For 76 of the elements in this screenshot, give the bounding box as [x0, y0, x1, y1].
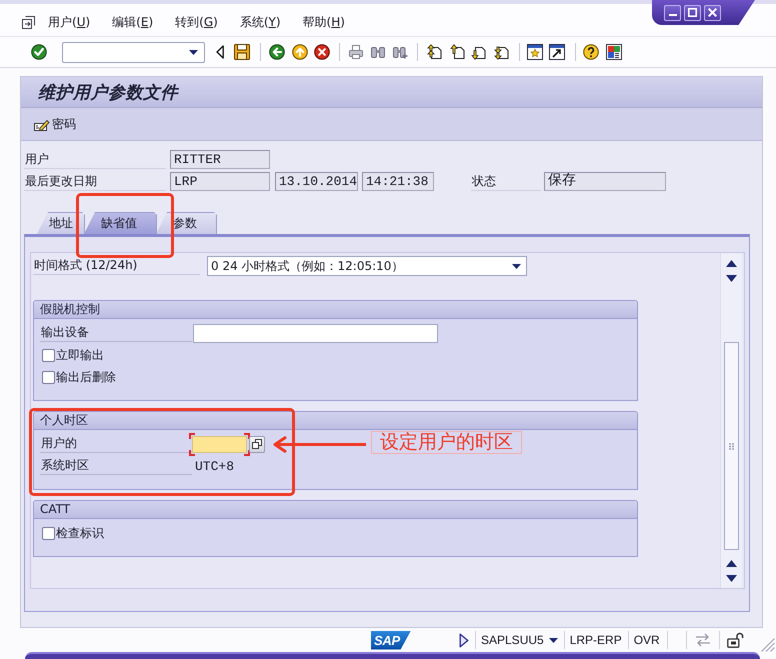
binoculars-plus-icon[interactable]: [392, 44, 408, 60]
display-field: LRP: [170, 172, 270, 191]
menu-item[interactable]: 用户(U): [48, 14, 90, 30]
display-field: 13.10.2014: [275, 172, 358, 191]
group-title: 假脱机控制: [34, 301, 637, 319]
page-up-arrows-icon[interactable]: [427, 44, 443, 60]
program-name: SAPLSUU5: [481, 633, 544, 647]
tab[interactable]: 参数: [156, 212, 217, 234]
checkbox-label: 检查标识: [56, 524, 104, 542]
menu-item[interactable]: 转到(G): [175, 14, 218, 30]
display-field: RITTER: [170, 150, 270, 169]
value-help-button[interactable]: [249, 436, 265, 452]
close-button[interactable]: [704, 4, 721, 20]
menu-item[interactable]: 系统(Y): [240, 14, 281, 30]
scroll-up-icon[interactable]: [726, 260, 737, 267]
close-icon: [708, 8, 717, 17]
field-value: UTC+8: [195, 458, 234, 474]
input-mode: OVR: [634, 633, 660, 647]
annotation-label: 设定用户的时区: [371, 431, 522, 454]
field-label: 状态: [471, 172, 541, 190]
toolbar-button[interactable]: 密码: [32, 114, 78, 134]
overlapping-squares-icon: [252, 439, 262, 449]
menu-item[interactable]: 帮助(H): [302, 14, 345, 30]
field-label: 用户: [24, 150, 166, 168]
window-menu-icon[interactable]: [22, 16, 35, 28]
command-field[interactable]: [62, 42, 205, 62]
caret-down-icon[interactable]: [189, 50, 198, 54]
input-field[interactable]: [193, 324, 438, 342]
color-grid-icon[interactable]: [606, 44, 622, 60]
checkbox[interactable]: [42, 370, 55, 384]
menu-item[interactable]: 编辑(E): [112, 14, 154, 30]
minimize-icon: [668, 14, 676, 16]
checkmark-icon[interactable]: [31, 44, 47, 60]
time-format-dropdown[interactable]: 0 24 小时格式（例如：12:05:10）: [207, 256, 527, 276]
checkbox-label: 立即输出: [56, 346, 104, 364]
tab[interactable]: 地址: [37, 212, 85, 234]
checkbox-label: 输出后删除: [56, 368, 116, 386]
system-name: LRP-ERP: [570, 633, 622, 647]
logo: SAP: [371, 630, 411, 650]
minimize-button[interactable]: [664, 4, 681, 20]
maximize-icon: [688, 8, 697, 17]
group-title: CATT: [34, 501, 637, 519]
checkbox[interactable]: [42, 526, 55, 540]
field-label: 时间格式 (12/24h): [33, 257, 200, 275]
caret-down-icon[interactable]: [548, 638, 558, 642]
field-label: 系统时区: [40, 457, 192, 475]
field-label: 最后更改日期: [24, 172, 166, 190]
group-title: 个人时区: [34, 412, 637, 430]
open-padlock-icon[interactable]: [726, 632, 744, 648]
page-up-arrow-icon[interactable]: [450, 44, 466, 60]
printer-icon[interactable]: [348, 44, 364, 60]
display-field: 保存: [544, 172, 666, 191]
play-triangle-icon[interactable]: [459, 632, 469, 648]
checkbox[interactable]: [42, 348, 55, 362]
left-triangle-icon[interactable]: [216, 45, 224, 59]
tab[interactable]: 缺省值: [84, 212, 157, 234]
scroll-down-icon[interactable]: [726, 275, 737, 282]
display-field: 14:21:38: [362, 172, 434, 191]
left-right-arrows-icon: [694, 633, 711, 647]
field-label: 输出设备: [40, 324, 192, 342]
question-mark-icon[interactable]: [583, 44, 599, 60]
up-arrow-circle-icon[interactable]: [292, 44, 308, 60]
page-down-arrows-icon[interactable]: [494, 44, 510, 60]
maximize-button[interactable]: [684, 4, 701, 20]
resize-grip-icon[interactable]: [761, 638, 775, 652]
grip-icon: [729, 442, 734, 450]
binoculars-icon[interactable]: [370, 44, 386, 60]
scrollbar-thumb[interactable]: [724, 342, 739, 550]
scroll-down-icon[interactable]: [726, 575, 737, 582]
page-down-arrow-icon[interactable]: [471, 44, 487, 60]
caret-down-icon: [512, 264, 521, 268]
input-field[interactable]: [189, 432, 250, 456]
screen-title: 维护用户参数文件: [21, 77, 762, 108]
scroll-up-icon[interactable]: [726, 560, 737, 567]
x-circle-icon[interactable]: [314, 44, 330, 60]
left-arrow-circle-icon[interactable]: [269, 44, 285, 60]
